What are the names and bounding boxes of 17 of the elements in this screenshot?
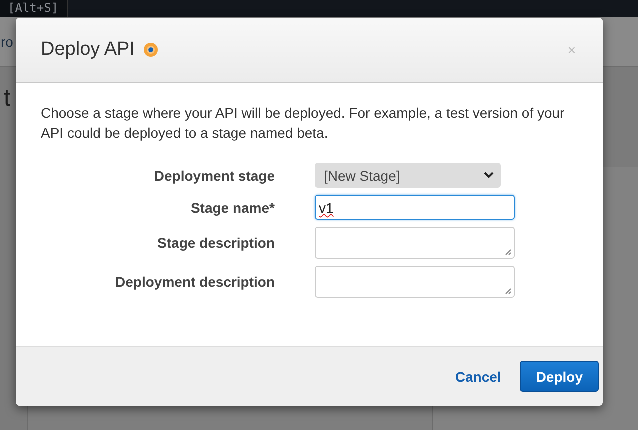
- cancel-link[interactable]: Cancel: [455, 368, 502, 384]
- resize-grip-icon[interactable]: [505, 249, 512, 256]
- stage-dropdown[interactable]: [New Stage]: [315, 163, 501, 188]
- field-label: Deployment description: [114, 274, 275, 290]
- search-shortcut: [Alt+S]: [0, 0, 68, 17]
- page-heading: t: [4, 85, 11, 113]
- field-label: Stage name*: [190, 200, 275, 216]
- dialog-title: Deploy API: [41, 39, 135, 61]
- input-field[interactable]: v1: [315, 195, 515, 220]
- field-label: Stage description: [156, 235, 275, 251]
- info-icon[interactable]: [143, 42, 159, 58]
- chevron-down-icon: [484, 172, 494, 179]
- resize-grip-icon[interactable]: [505, 288, 512, 295]
- deploy-button[interactable]: Deploy: [520, 361, 599, 392]
- dialog-description: Choose a stage where your API will be deployed. For example, a test version of your API could be deployed to a stage named beta.: [41, 104, 566, 143]
- field-label: Deployment stage: [153, 168, 275, 184]
- breadcrumb-text: ro: [1, 34, 14, 50]
